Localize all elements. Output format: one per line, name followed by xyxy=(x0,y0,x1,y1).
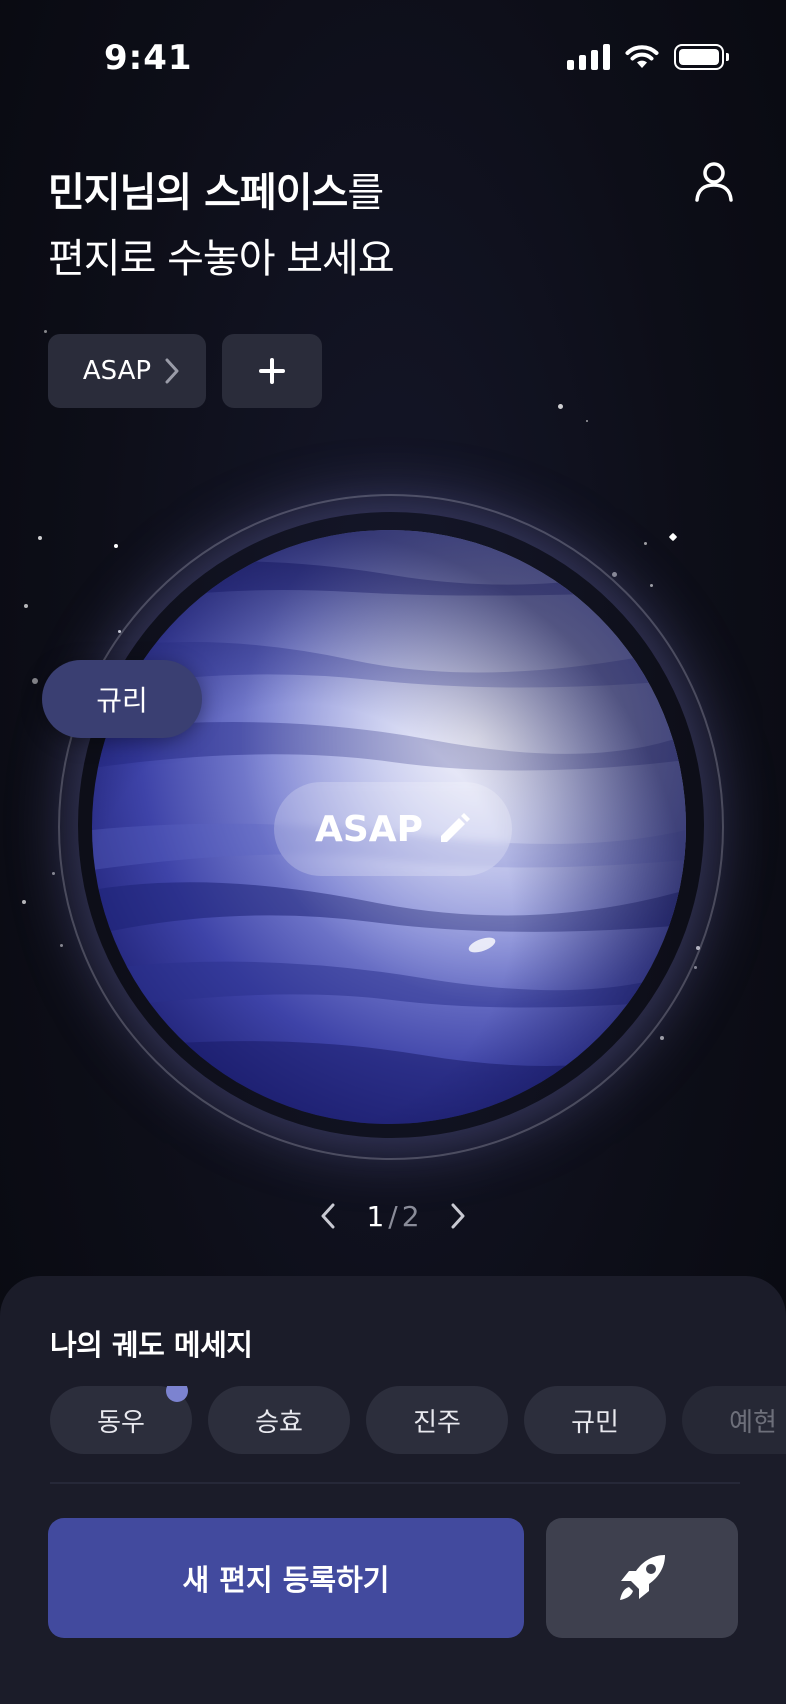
star xyxy=(44,330,47,333)
friend-name: 동우 xyxy=(97,1407,145,1438)
orbiting-friend-name: 규리 xyxy=(96,684,148,717)
star xyxy=(32,678,38,684)
orbit-message-sheet: 나의 궤도 메세지 동우 승효 진주 규민 예현 새 편지 등록하기 xyxy=(0,1276,786,1704)
person-icon[interactable] xyxy=(690,158,738,206)
pager-current: 1 xyxy=(366,1199,385,1233)
status-bar: 9:41 xyxy=(0,0,786,110)
heading-title-suffix: 를 xyxy=(347,170,384,216)
new-message-dot xyxy=(166,1386,188,1402)
star xyxy=(38,536,42,540)
battery-icon xyxy=(674,44,729,70)
send-rocket-button[interactable] xyxy=(546,1518,738,1638)
new-letter-button[interactable]: 새 편지 등록하기 xyxy=(48,1518,524,1638)
divider xyxy=(50,1482,740,1484)
friend-chip-row: 동우 승효 진주 규민 예현 xyxy=(50,1386,786,1454)
pager-indicator: 1 / 2 xyxy=(366,1200,419,1233)
friend-chip[interactable]: 승효 xyxy=(208,1386,350,1454)
cellular-signal-icon xyxy=(567,44,610,70)
home-screen: 9:41 민지님의 스페이스를 편지로 수놓아 보세요 ASAP ASAP 규리… xyxy=(0,0,786,1704)
space-selector-chip[interactable]: ASAP xyxy=(48,334,206,408)
star xyxy=(22,900,26,904)
pager-separator: / xyxy=(388,1199,398,1233)
star xyxy=(558,404,563,409)
friend-name: 진주 xyxy=(413,1407,461,1438)
plus-icon xyxy=(259,358,285,384)
status-icons xyxy=(567,44,729,70)
star xyxy=(586,420,588,422)
pencil-icon[interactable] xyxy=(437,812,471,846)
chevron-right-icon xyxy=(165,358,179,384)
friend-chip[interactable]: 진주 xyxy=(366,1386,508,1454)
orbiting-friend-pill[interactable]: 규리 xyxy=(42,660,202,738)
rocket-icon xyxy=(620,1555,665,1600)
sheet-title: 나의 궤도 메세지 xyxy=(50,1328,253,1362)
space-chip-label: ASAP xyxy=(82,356,152,386)
chevron-left-icon[interactable] xyxy=(320,1203,336,1229)
planet-pager: 1 / 2 xyxy=(320,1196,466,1236)
star xyxy=(24,604,28,608)
friend-chip[interactable]: 동우 xyxy=(50,1386,192,1454)
friend-chip[interactable]: 예현 xyxy=(682,1386,786,1454)
add-space-button[interactable] xyxy=(222,334,322,408)
space-chip-row: ASAP xyxy=(48,334,322,408)
wifi-icon xyxy=(625,45,659,68)
page-heading: 민지님의 스페이스를 편지로 수놓아 보세요 xyxy=(48,160,395,292)
star xyxy=(694,966,697,969)
heading-title: 민지님의 스페이스 xyxy=(48,170,348,216)
new-letter-button-label: 새 편지 등록하기 xyxy=(182,1563,390,1597)
star xyxy=(60,944,63,947)
heading-line-1: 민지님의 스페이스를 xyxy=(48,160,394,226)
pager-total: 2 xyxy=(401,1199,420,1233)
friend-name: 예현 xyxy=(729,1407,777,1438)
planet-name: ASAP xyxy=(314,808,424,850)
friend-name: 승효 xyxy=(255,1407,303,1438)
chevron-right-icon[interactable] xyxy=(450,1203,466,1229)
star xyxy=(52,872,55,875)
heading-subtitle: 편지로 수놓아 보세요 xyxy=(48,236,395,282)
planet-name-label[interactable]: ASAP xyxy=(274,782,512,876)
friend-name: 규민 xyxy=(571,1407,619,1438)
status-time: 9:41 xyxy=(104,38,193,78)
friend-chip[interactable]: 규민 xyxy=(524,1386,666,1454)
